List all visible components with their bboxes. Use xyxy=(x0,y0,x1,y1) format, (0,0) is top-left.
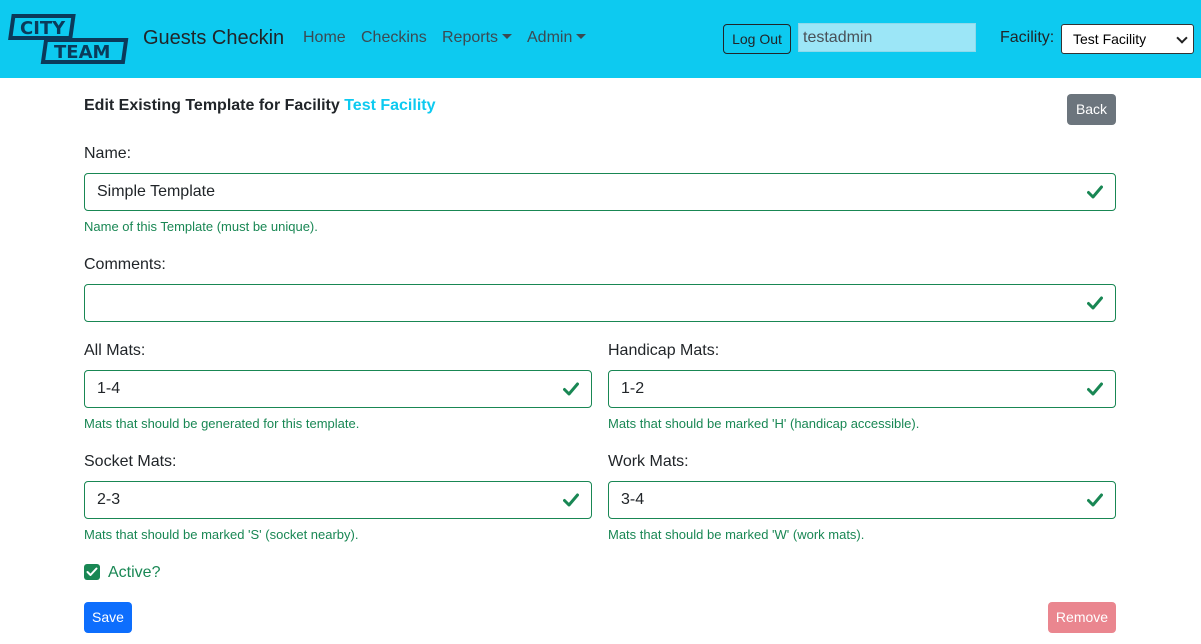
save-button[interactable]: Save xyxy=(84,602,132,633)
nav-admin-label: Admin xyxy=(527,29,573,46)
page-title-facility: Test Facility xyxy=(344,97,436,114)
handicap-mats-label: Handicap Mats: xyxy=(608,342,720,359)
valid-check-icon xyxy=(1087,185,1103,199)
comments-input[interactable] xyxy=(84,284,1116,322)
svg-text:TEAM: TEAM xyxy=(54,42,110,63)
comments-label: Comments: xyxy=(84,256,166,273)
active-checkbox[interactable] xyxy=(84,564,100,580)
navbar: CITY TEAM Guests Checkin Home Checkins R… xyxy=(0,0,1201,78)
all-mats-label: All Mats: xyxy=(84,342,146,359)
work-mats-label: Work Mats: xyxy=(608,453,689,470)
socket-mats-input-value: 2-3 xyxy=(97,491,121,508)
all-mats-input-value: 1-4 xyxy=(97,380,121,397)
valid-check-icon xyxy=(563,493,579,507)
username-field[interactable]: testadmin xyxy=(798,23,976,52)
chevron-down-icon xyxy=(1176,32,1188,44)
handicap-mats-input-value: 1-2 xyxy=(621,380,645,397)
valid-check-icon xyxy=(1087,296,1103,310)
page-title-prefix: Edit Existing Template for Facility xyxy=(84,97,340,114)
city-team-logo[interactable]: CITY TEAM xyxy=(6,12,134,66)
name-input[interactable]: Simple Template xyxy=(84,173,1116,211)
work-mats-help-text: Mats that should be marked 'W' (work mat… xyxy=(608,527,865,542)
caret-down-icon xyxy=(576,34,587,39)
socket-mats-label: Socket Mats: xyxy=(84,453,177,470)
facility-selected-value: Test Facility xyxy=(1073,31,1147,47)
facility-label: Facility: xyxy=(1000,29,1055,46)
nav-reports-label: Reports xyxy=(442,29,499,46)
facility-select[interactable]: Test Facility xyxy=(1061,24,1194,54)
name-label: Name: xyxy=(84,145,132,162)
handicap-mats-help-text: Mats that should be marked 'H' (handicap… xyxy=(608,416,920,431)
active-label[interactable]: Active? xyxy=(108,564,160,582)
back-button[interactable]: Back xyxy=(1067,94,1116,125)
name-input-value: Simple Template xyxy=(97,183,215,200)
valid-check-icon xyxy=(1087,493,1103,507)
checkmark-icon xyxy=(86,567,98,576)
all-mats-help-text: Mats that should be generated for this t… xyxy=(84,416,360,431)
remove-button[interactable]: Remove xyxy=(1048,602,1116,633)
caret-down-icon xyxy=(502,34,513,39)
nav-reports-dropdown[interactable]: Reports xyxy=(442,29,513,47)
svg-text:CITY: CITY xyxy=(20,18,66,39)
page-title: Edit Existing Template for Facility Test… xyxy=(84,97,436,115)
all-mats-input[interactable]: 1-4 xyxy=(84,370,592,408)
brand-title[interactable]: Guests Checkin xyxy=(143,27,284,50)
nav-admin-dropdown[interactable]: Admin xyxy=(527,29,587,47)
nav-home[interactable]: Home xyxy=(303,29,346,47)
nav-checkins[interactable]: Checkins xyxy=(361,29,427,47)
valid-check-icon xyxy=(563,382,579,396)
logout-button[interactable]: Log Out xyxy=(723,24,791,54)
socket-mats-input[interactable]: 2-3 xyxy=(84,481,592,519)
work-mats-input-value: 3-4 xyxy=(621,491,645,508)
socket-mats-help-text: Mats that should be marked 'S' (socket n… xyxy=(84,527,359,542)
name-help-text: Name of this Template (must be unique). xyxy=(84,219,318,234)
work-mats-input[interactable]: 3-4 xyxy=(608,481,1116,519)
handicap-mats-input[interactable]: 1-2 xyxy=(608,370,1116,408)
valid-check-icon xyxy=(1087,382,1103,396)
